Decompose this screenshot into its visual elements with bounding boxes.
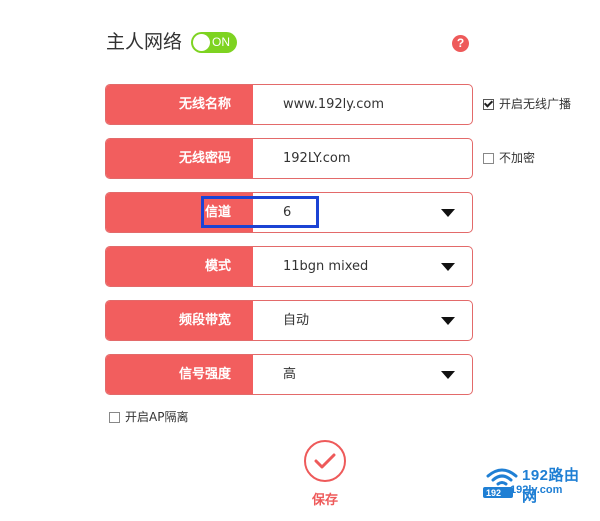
bandwidth-select-value[interactable]: 自动: [283, 301, 309, 340]
toggle-label: ON: [212, 35, 230, 49]
no-encrypt-checkbox[interactable]: [483, 152, 494, 164]
dropdown-arrow-icon[interactable]: [441, 263, 455, 271]
dropdown-arrow-icon[interactable]: [441, 209, 455, 217]
broadcast-option[interactable]: 开启无线广播: [483, 97, 571, 111]
channel-select-row[interactable]: 信道 6: [105, 192, 473, 233]
password-field-row: 无线密码 192LY.com: [105, 138, 473, 179]
toggle-knob: [193, 34, 210, 51]
ssid-input[interactable]: www.192ly.com: [283, 85, 384, 124]
no-encrypt-label: 不加密: [499, 151, 536, 165]
save-label: 保存: [311, 493, 338, 508]
dropdown-arrow-icon[interactable]: [441, 371, 455, 379]
ssid-label: 无线名称: [106, 85, 253, 124]
save-button[interactable]: [304, 440, 346, 482]
mode-label: 模式: [106, 247, 253, 286]
check-icon: [483, 97, 494, 108]
signal-strength-select-row[interactable]: 信号强度 高: [105, 354, 473, 395]
help-icon[interactable]: ?: [452, 35, 469, 52]
mode-select-value[interactable]: 11bgn mixed: [283, 247, 368, 286]
no-encrypt-option[interactable]: 不加密: [483, 151, 535, 165]
signal-strength-select-value[interactable]: 高: [283, 355, 296, 394]
channel-select-value[interactable]: 6: [283, 193, 291, 232]
channel-label: 信道: [106, 193, 253, 232]
page-title: 主人网络: [106, 31, 183, 53]
watermark-badge: 192: [486, 488, 501, 498]
mode-select-row[interactable]: 模式 11bgn mixed: [105, 246, 473, 287]
network-toggle[interactable]: ON: [191, 32, 237, 53]
checkmark-icon: [314, 453, 336, 469]
password-input[interactable]: 192LY.com: [283, 139, 351, 178]
ap-isolation-option[interactable]: 开启AP隔离: [109, 410, 188, 424]
broadcast-checkbox[interactable]: [483, 97, 494, 110]
bandwidth-label: 频段带宽: [106, 301, 253, 340]
watermark-url: 192ly.com: [510, 484, 563, 496]
dropdown-arrow-icon[interactable]: [441, 317, 455, 325]
broadcast-label: 开启无线广播: [499, 97, 572, 111]
signal-strength-label: 信号强度: [106, 355, 253, 394]
ap-isolation-label: 开启AP隔离: [125, 410, 189, 424]
watermark-logo: 192 192路由网 192ly.com: [482, 462, 594, 505]
ap-isolation-checkbox[interactable]: [109, 411, 120, 423]
ssid-field-row: 无线名称 www.192ly.com: [105, 84, 473, 125]
bandwidth-select-row[interactable]: 频段带宽 自动: [105, 300, 473, 341]
password-label: 无线密码: [106, 139, 253, 178]
